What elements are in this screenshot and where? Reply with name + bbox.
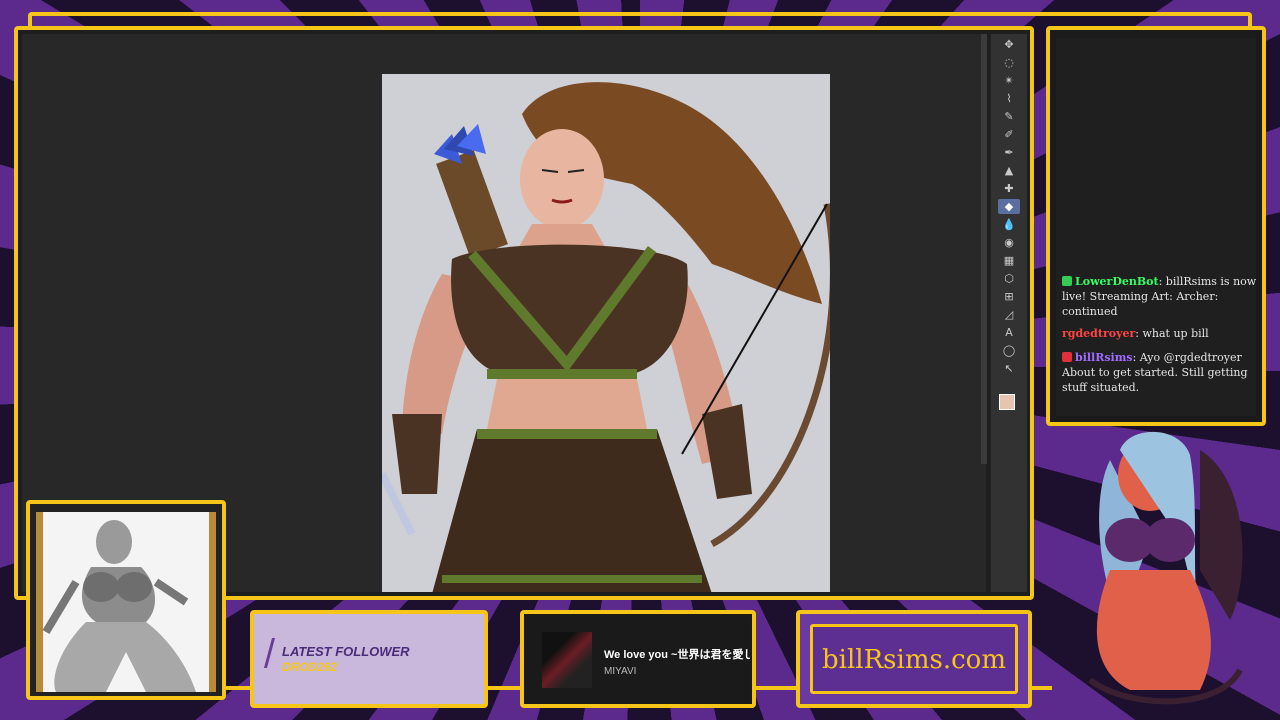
tools-panel: ✥ ◌ ✴ ⌇ ✎ ✐ ✒ ▲ ✚ ◆ 💧 ◉ ▦ ⬡ ⊞ ◿ A ◯ ↖: [990, 34, 1027, 592]
move-icon[interactable]: ✥: [998, 37, 1020, 52]
frame-connector: [1032, 686, 1052, 690]
blur-icon[interactable]: 💧: [998, 217, 1020, 232]
chat-message: LowerDenBot: billRsims is now live! Stre…: [1062, 275, 1257, 318]
pencil-icon[interactable]: ✐: [998, 127, 1020, 142]
heal-icon[interactable]: ✚: [998, 181, 1020, 196]
frame-connector: [226, 686, 252, 690]
arrow-quiver: [434, 124, 508, 258]
chat-text: what up bill: [1142, 327, 1209, 340]
pen-icon[interactable]: ✒: [998, 145, 1020, 160]
chat-frame: LowerDenBot: billRsims is now live! Stre…: [1046, 26, 1266, 426]
chat-panel: LowerDenBot: billRsims is now live! Stre…: [1056, 38, 1256, 416]
archer-artwork: [382, 82, 830, 592]
shape-icon[interactable]: ⬡: [998, 271, 1020, 286]
mascot-character-image: [1088, 431, 1243, 705]
speech-icon[interactable]: ◯: [998, 343, 1020, 358]
gradient-icon[interactable]: ▦: [998, 253, 1020, 268]
frame-connector: [488, 686, 522, 690]
song-artist: MIYAVI: [604, 666, 637, 677]
lasso-icon[interactable]: ◌: [998, 55, 1020, 70]
pencil-sketch-image: [42, 520, 196, 692]
canvas-scrollbar[interactable]: [981, 34, 987, 464]
latest-follower-title: LATEST FOLLOWER: [282, 644, 410, 659]
stamp-icon[interactable]: ▲: [998, 163, 1020, 178]
chat-username: LowerDenBot: [1075, 275, 1159, 288]
now-playing-panel: We love you ~世界は君を愛し MIYAVI: [520, 610, 756, 708]
bucket-icon[interactable]: ◉: [998, 235, 1020, 250]
chat-message: billRsims: Ayo @rgdedtroyer About to get…: [1062, 351, 1248, 394]
website-box: billRsims.com: [810, 624, 1018, 694]
broadcaster-badge-icon: [1062, 352, 1072, 362]
website-url[interactable]: billRsims.com: [813, 645, 1015, 675]
website-panel: billRsims.com: [796, 610, 1032, 708]
song-title: We love you ~世界は君を愛し: [604, 649, 750, 661]
artwork-canvas[interactable]: [382, 74, 830, 592]
magic-wand-icon[interactable]: ✴: [998, 73, 1020, 88]
album-art-image: [542, 632, 592, 688]
frame-connector: [756, 686, 798, 690]
brush-icon[interactable]: ✎: [998, 109, 1020, 124]
chat-username: rgdedtroyer: [1062, 327, 1136, 340]
overlay-top-border: [28, 12, 1252, 26]
text-icon[interactable]: A: [998, 325, 1020, 340]
latest-follower-name: DROD262: [282, 660, 338, 674]
foreground-color-swatch[interactable]: [999, 394, 1015, 410]
select-icon[interactable]: ↖: [998, 361, 1020, 376]
slash-decoration: [263, 638, 276, 668]
webcam-feed-sketch: [36, 512, 216, 692]
eyedropper-icon[interactable]: ⌇: [998, 91, 1020, 106]
chat-message: rgdedtroyer: what up bill: [1062, 327, 1209, 340]
chat-username: billRsims: [1075, 351, 1133, 364]
eraser-icon[interactable]: ◆: [998, 199, 1020, 214]
webcam-frame: [26, 500, 226, 700]
crop-icon[interactable]: ⊞: [998, 289, 1020, 304]
path-icon[interactable]: ◿: [998, 307, 1020, 322]
bot-badge-icon: [1062, 276, 1072, 286]
latest-follower-panel: LATEST FOLLOWER DROD262: [250, 610, 488, 708]
